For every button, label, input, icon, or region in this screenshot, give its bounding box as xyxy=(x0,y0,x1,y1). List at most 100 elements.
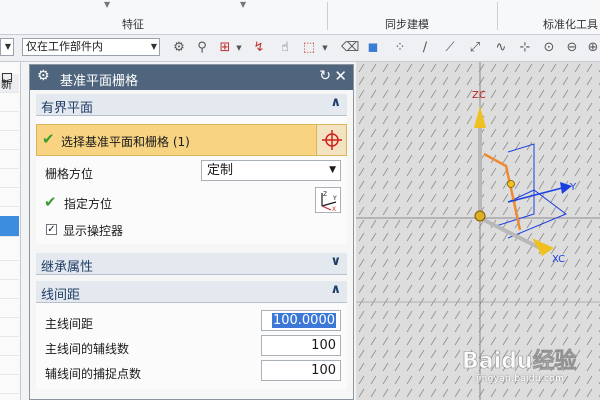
selection-scope-value: 仅在工作部件内 xyxy=(26,40,103,53)
ribbon-separator xyxy=(327,2,328,30)
list-item[interactable] xyxy=(0,375,19,394)
list-item[interactable] xyxy=(0,280,19,299)
chevron-down-icon[interactable]: ▼ xyxy=(236,39,242,57)
section-title: 继承属性 xyxy=(41,260,94,275)
list-item[interactable] xyxy=(0,356,19,375)
list-item[interactable] xyxy=(0,337,19,356)
dialog-title: 基准平面栅格 xyxy=(60,74,139,89)
list-item[interactable] xyxy=(0,131,19,150)
crosshair-icon xyxy=(322,130,342,150)
checkmark-icon: ✔ xyxy=(44,193,57,211)
select-datum-plane-row[interactable]: ✔ 选择基准平面和栅格 (1) xyxy=(36,124,347,156)
section-line-spacing-header[interactable]: 线间距 ∧ xyxy=(36,281,347,303)
show-manipulator-label: 显示操控器 xyxy=(63,224,124,238)
gear-icon[interactable]: ⚙ xyxy=(37,68,50,84)
chevron-down-icon: ▼ xyxy=(4,42,11,51)
snap-points-count-value: 100 xyxy=(311,363,336,378)
x-axis-glyph: X xyxy=(332,206,336,212)
endpoint-snap-icon[interactable]: ⟋ xyxy=(441,39,459,57)
list-item[interactable] xyxy=(0,169,19,188)
list-item[interactable] xyxy=(0,261,19,280)
reset-icon[interactable]: ↻ xyxy=(319,68,331,84)
section-inherit-header[interactable]: 继承属性 ∨ xyxy=(36,253,347,275)
z-axis-glyph: Z xyxy=(323,191,327,198)
eraser-icon[interactable]: ⌫ xyxy=(341,39,359,57)
baidu-watermark-logo: Baidu经验 xyxy=(462,348,577,375)
list-item[interactable] xyxy=(0,242,19,261)
chevron-up-icon[interactable]: ∧ xyxy=(330,282,341,297)
minor-lines-count-value: 100 xyxy=(311,338,336,353)
baidu-watermark-url: jingyan.baidu.com xyxy=(476,374,565,384)
rectangle-select-icon[interactable]: ⬚ xyxy=(300,39,318,57)
grid-orientation-label: 栅格方位 xyxy=(45,167,94,181)
chevron-down-icon[interactable]: ∨ xyxy=(330,254,341,269)
navigator-pane-icon[interactable] xyxy=(2,73,12,82)
ribbon-group-standard-tools[interactable]: 标准化工具 xyxy=(543,16,598,32)
ribbon-expand-arrow[interactable]: ▼ xyxy=(240,0,246,9)
list-item[interactable] xyxy=(0,188,19,207)
select-datum-plane-label: 选择基准平面和栅格 (1) xyxy=(61,135,190,149)
minor-lines-count-label: 主线间的辅线数 xyxy=(45,342,130,356)
checkmark-icon: ✔ xyxy=(42,130,55,148)
specify-orientation-label: 指定方位 xyxy=(64,197,113,211)
part-navigator-strip: 新 xyxy=(0,62,21,400)
selection-scope-combo[interactable]: 仅在工作部件内 ▼ xyxy=(22,38,160,56)
y-axis-glyph: Y xyxy=(332,195,337,202)
list-item[interactable] xyxy=(0,318,19,337)
snap-points-count-label: 辅线间的捕捉点数 xyxy=(45,367,142,381)
intersection-snap-icon[interactable]: ⊕ xyxy=(584,39,600,57)
chevron-down-icon: ▼ xyxy=(150,42,157,51)
csys-orientation-button[interactable]: Z Y X xyxy=(315,187,341,213)
origin-handle xyxy=(474,210,486,222)
type-filter-combo[interactable]: ▼ xyxy=(0,38,14,56)
minor-lines-count-input[interactable]: 100 xyxy=(261,335,341,356)
list-item[interactable] xyxy=(0,112,19,131)
zc-axis-label: ZC xyxy=(472,90,486,101)
y-axis-label: Y xyxy=(569,182,577,193)
list-item[interactable] xyxy=(0,93,19,112)
section-bounded-plane-header[interactable]: 有界平面 ∧ xyxy=(36,94,347,116)
baidu-brand-text: Baidu经验 xyxy=(462,348,577,374)
datum-plane-grid-dialog: ⚙ 基准平面栅格 ↻ ✕ 有界平面 ∧ ✔ 选择基准平面和栅格 (1) 栅格方位… xyxy=(29,64,354,400)
ribbon-expand-arrow[interactable]: ▼ xyxy=(104,0,110,9)
ribbon: ▼ ▼ 特征 同步建模 标准化工具 xyxy=(0,0,600,35)
list-item-selected[interactable] xyxy=(0,216,19,237)
ribbon-separator xyxy=(497,2,498,30)
line-snap-icon[interactable]: ∕ xyxy=(416,39,434,57)
select-by-icon[interactable]: ☝ xyxy=(276,39,294,57)
dialog-title-bar[interactable]: ⚙ 基准平面栅格 ↻ ✕ xyxy=(30,65,353,90)
selection-toolbar: ▼ 仅在工作部件内 ▼ ⚙ ⚲ ⊞ ▼ ↯ ☝ ⬚ ▼ ⌫ ◼ ⁘ ∕ ⟋ ⤢ … xyxy=(0,35,600,62)
close-icon[interactable]: ✕ xyxy=(334,67,347,85)
major-line-spacing-input[interactable]: 100.0000 xyxy=(261,310,341,331)
snap-point-icon[interactable]: ⚲ xyxy=(193,39,211,57)
center-snap-icon[interactable]: ⊙ xyxy=(540,39,558,57)
csys-icon: Z Y X xyxy=(321,191,337,213)
chevron-down-icon[interactable]: ▼ xyxy=(322,39,328,57)
grid-orientation-select[interactable]: 定制 ▼ xyxy=(201,160,341,181)
ribbon-group-feature[interactable]: 特征 xyxy=(122,16,144,32)
snap-points-count-input[interactable]: 100 xyxy=(261,360,341,381)
point-constructor-icon[interactable]: ⊞ xyxy=(216,39,234,57)
grid-orientation-value: 定制 xyxy=(207,163,234,178)
ribbon-group-sync-modeling[interactable]: 同步建模 xyxy=(385,16,429,32)
solid-body-icon[interactable]: ◼ xyxy=(364,39,382,57)
curve-snap-icon[interactable]: ∿ xyxy=(492,39,510,57)
rotation-handle xyxy=(507,180,515,188)
move-handle-icon[interactable]: ↯ xyxy=(250,39,268,57)
xc-axis-label: XC xyxy=(552,254,565,265)
select-feature-icon[interactable]: ⚙ xyxy=(170,39,188,57)
midpoint-snap-icon[interactable]: ⤢ xyxy=(466,39,484,57)
crosshair-select-button[interactable] xyxy=(316,125,346,155)
chevron-down-icon: ▼ xyxy=(329,165,336,175)
control-point-snap-icon[interactable]: ⊹ xyxy=(516,39,534,57)
section-title: 有界平面 xyxy=(41,101,94,116)
list-item[interactable] xyxy=(0,299,19,318)
major-line-spacing-label: 主线间距 xyxy=(45,317,94,331)
section-title: 线间距 xyxy=(41,288,81,303)
show-manipulator-checkbox[interactable]: ✓ xyxy=(46,224,57,235)
chevron-up-icon[interactable]: ∧ xyxy=(330,95,341,110)
list-item[interactable] xyxy=(0,150,19,169)
major-line-spacing-value: 100.0000 xyxy=(271,313,336,328)
points-icon[interactable]: ⁘ xyxy=(391,39,409,57)
quadrant-snap-icon[interactable]: ⊖ xyxy=(563,39,581,57)
